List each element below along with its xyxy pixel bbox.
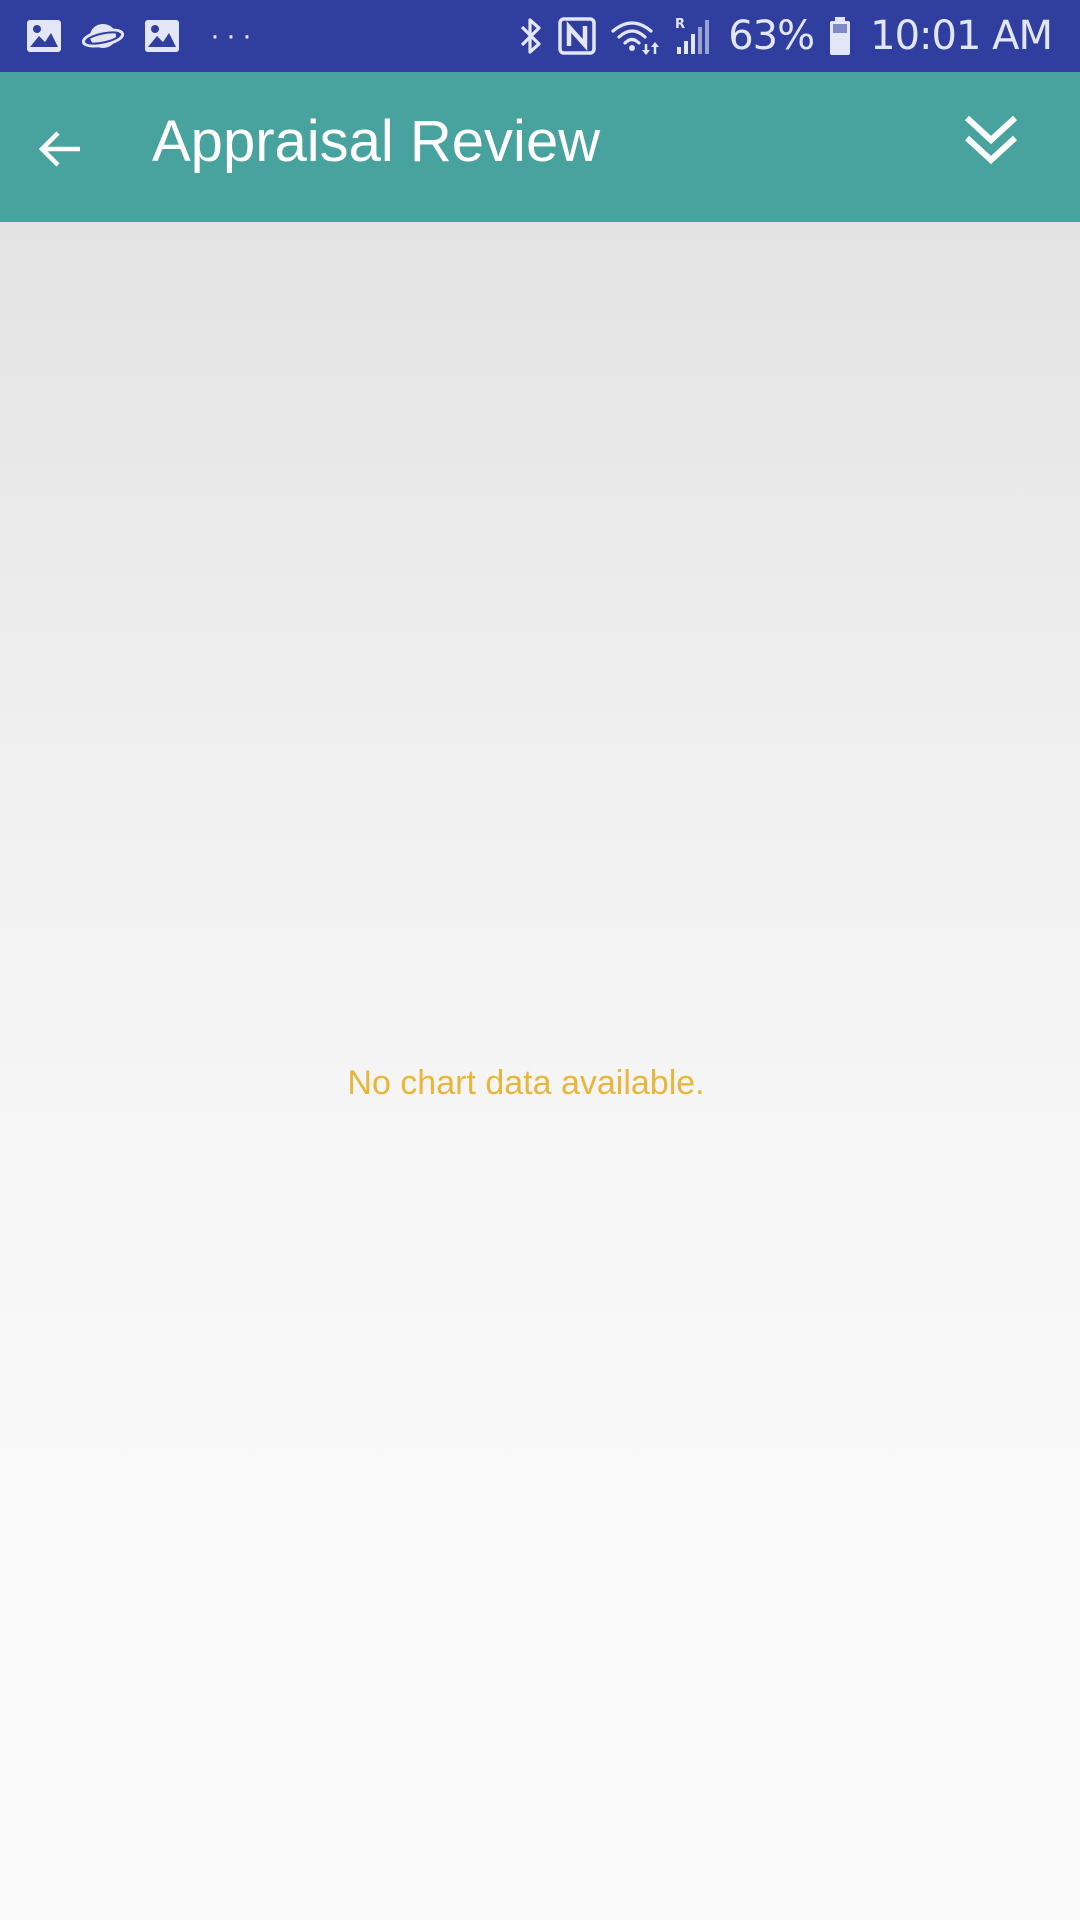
svg-text:R: R <box>675 17 685 32</box>
empty-chart-text: No chart data available. <box>347 1064 704 1103</box>
battery-percent: 63% <box>728 13 814 59</box>
clock: 10:01 AM <box>870 13 1052 59</box>
image-icon <box>144 19 180 53</box>
system-icons: R 63% 10:01 AM <box>518 0 1052 72</box>
saturn-icon <box>82 19 124 53</box>
chart-area: No chart data available. <box>0 222 1080 1920</box>
battery-icon <box>828 16 852 56</box>
arrow-back-icon <box>36 125 84 173</box>
notification-icons: ··· <box>26 0 258 72</box>
bluetooth-icon <box>518 16 544 56</box>
page-title: Appraisal Review <box>152 72 600 222</box>
status-bar: ··· R 63% <box>0 0 1080 72</box>
content-area: No chart data available. <box>0 222 1080 1920</box>
empty-chart-message: No chart data available. <box>0 1064 1080 1103</box>
nfc-icon <box>558 16 596 56</box>
image-icon <box>26 19 62 53</box>
more-notifications-icon: ··· <box>210 0 258 72</box>
double-chevron-down-icon <box>963 112 1019 168</box>
signal-icon: R <box>674 16 714 56</box>
wifi-icon <box>610 16 660 56</box>
app-bar: Appraisal Review <box>0 72 1080 222</box>
back-button[interactable] <box>28 117 92 181</box>
collapse-button[interactable] <box>946 100 1036 180</box>
